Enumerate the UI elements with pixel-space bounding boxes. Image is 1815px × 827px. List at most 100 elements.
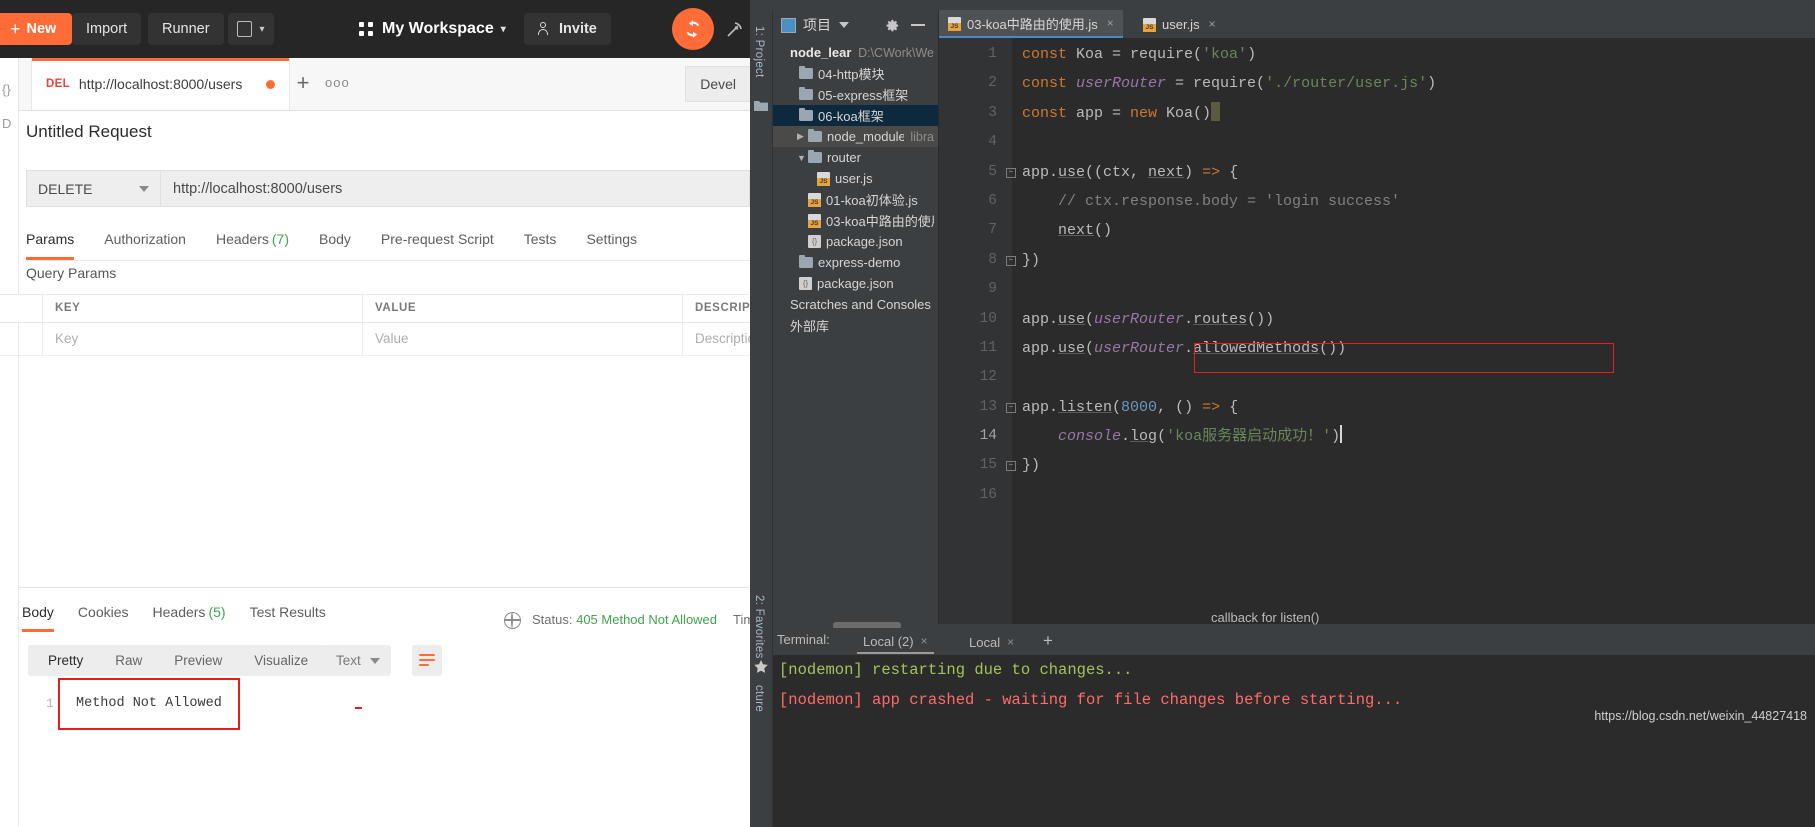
minimize-icon[interactable] [911, 24, 925, 26]
tree-node[interactable]: 外部库 [773, 315, 938, 336]
new-tab-button[interactable]: + [291, 72, 315, 96]
response-format-selector[interactable]: Text [325, 645, 391, 676]
editor-tab[interactable]: user.js × [1134, 10, 1225, 38]
tree-node[interactable]: 05-express框架 [773, 84, 938, 105]
new-document-button[interactable]: ▾ [228, 13, 274, 45]
code-text: const app = new Koa() [1022, 99, 1221, 128]
code-fold-icon[interactable]: − [1006, 402, 1016, 413]
query-params-label: Query Params [26, 265, 117, 281]
view-mode-raw[interactable]: Raw [99, 645, 158, 676]
line-number: 9 [988, 281, 997, 298]
response-body-text: Method Not Allowed [76, 696, 222, 711]
tree-node-label: package.json [817, 276, 894, 291]
tree-node[interactable]: ▼ router [773, 147, 938, 168]
request-tab-body[interactable]: Body [319, 226, 351, 260]
rail-favorites-label[interactable]: 2: Favorites [753, 595, 765, 659]
status-badge: Status: 405 Method Not Allowed [532, 612, 717, 627]
import-button-label: Import [86, 21, 128, 37]
tree-node[interactable]: Scratches and Consoles [773, 294, 938, 315]
tree-node-label: 03-koa中路由的使用. [826, 214, 934, 229]
tab-label: Settings [586, 231, 638, 247]
invite-button[interactable]: Invite [524, 13, 611, 45]
code-text: app.use(userRouter.routes()) [1022, 310, 1275, 328]
tab-count: (7) [271, 231, 289, 247]
close-icon[interactable]: × [1107, 16, 1114, 30]
table-row[interactable]: Key Value Description [0, 323, 750, 356]
close-icon[interactable]: × [921, 634, 928, 648]
terminal-output[interactable]: [nodemon] restarting due to changes... [n… [773, 655, 1815, 827]
request-tab-tests[interactable]: Tests [524, 226, 557, 260]
sync-button[interactable] [672, 8, 714, 50]
new-button[interactable]: + New [0, 13, 73, 45]
import-button[interactable]: Import [72, 13, 142, 45]
description-input[interactable]: Description [682, 323, 750, 355]
chevron-down-icon[interactable] [839, 22, 849, 28]
terminal-tab-local[interactable]: Local × [963, 630, 1020, 654]
tree-node[interactable]: 04-http模块 [773, 63, 938, 84]
code-text: const userRouter = require('./router/use… [1022, 75, 1437, 93]
tree-node[interactable]: 03-koa中路由的使用. [773, 210, 938, 231]
tree-node-label: package.json [826, 234, 903, 249]
tab-label: Headers [152, 604, 206, 620]
close-icon[interactable]: × [1007, 635, 1014, 649]
tab-label: Body [319, 231, 351, 247]
method-selector[interactable]: DELETE [26, 170, 161, 207]
project-tool-title: 项目 [803, 17, 831, 33]
response-tab-cookies[interactable]: Cookies [78, 600, 129, 632]
environment-selector[interactable]: Devel [685, 66, 750, 102]
key-input[interactable]: Key [42, 323, 362, 355]
postman-window: + New Import Runner ▾ My Workspace ▾ Inv… [0, 0, 750, 827]
tree-node[interactable]: package.json [773, 273, 938, 294]
view-mode-pretty[interactable]: Pretty [32, 645, 99, 676]
view-mode-preview[interactable]: Preview [158, 645, 238, 676]
value-input[interactable]: Value [362, 323, 682, 355]
code-fold-icon[interactable]: − [1006, 167, 1016, 178]
rail-structure-label[interactable]: cture [753, 685, 765, 712]
response-divider [19, 587, 750, 588]
chevron-down-icon[interactable]: ▼ [797, 153, 808, 163]
terminal-tab-local-2[interactable]: Local (2) × [857, 630, 934, 654]
code-text: }) [1022, 251, 1041, 269]
request-tab-headers[interactable]: Headers (7) [216, 226, 289, 260]
request-tab-pre-request-script[interactable]: Pre-request Script [381, 226, 494, 260]
tree-node[interactable]: node_learn D:\CWork\We [773, 42, 938, 63]
tree-node[interactable]: 06-koa框架 [773, 105, 938, 126]
editor-tab[interactable]: 03-koa中路由的使用.js × [939, 10, 1123, 38]
code-text: // ctx.response.body = 'login success' [1022, 192, 1401, 210]
wrap-lines-button[interactable] [412, 645, 442, 676]
response-tab-test-results[interactable]: Test Results [250, 600, 326, 632]
code-fold-icon[interactable]: − [1006, 255, 1016, 266]
tree-node-sublabel: libra [910, 129, 934, 144]
line-number: 1 [988, 46, 997, 62]
rail-project-label[interactable]: 1: Project [753, 26, 765, 78]
url-input[interactable]: http://localhost:8000/users [160, 170, 750, 207]
line-number: 14 [979, 428, 997, 445]
request-tab-authorization[interactable]: Authorization [104, 226, 186, 260]
close-icon[interactable]: × [1209, 17, 1216, 31]
tree-node[interactable]: 01-koa初体验.js [773, 189, 938, 210]
tree-node[interactable]: ▶ node_modules libra [773, 126, 938, 147]
request-tab[interactable]: DEL http://localhost:8000/users [31, 58, 291, 110]
line-number: 15 [979, 457, 997, 474]
tab-more-button[interactable]: ooo [325, 75, 350, 90]
runner-button[interactable]: Runner [148, 13, 224, 45]
view-mode-visualize[interactable]: Visualize [238, 645, 324, 676]
code-fold-icon[interactable]: − [1006, 461, 1016, 472]
collection-glyph-icon: {} [2, 82, 11, 97]
chevron-right-icon[interactable]: ▶ [797, 131, 808, 142]
postman-left-rail: {} D [0, 58, 19, 827]
tree-node[interactable]: express-demo [773, 252, 938, 273]
request-tab-params[interactable]: Params [26, 226, 75, 260]
response-tab-headers[interactable]: Headers (5) [153, 600, 226, 632]
grid-icon [359, 22, 373, 36]
add-terminal-button[interactable]: + [1043, 632, 1053, 649]
gear-icon[interactable] [885, 18, 900, 33]
response-tab-body[interactable]: Body [22, 600, 54, 632]
request-tab-settings[interactable]: Settings [586, 226, 637, 260]
workspace-selector[interactable]: My Workspace ▾ [345, 13, 520, 45]
tree-node[interactable]: package.json [773, 231, 938, 252]
format-value: Text [336, 653, 361, 668]
broadcast-button[interactable] [722, 18, 746, 42]
tree-node[interactable]: user.js [773, 168, 938, 189]
folder-icon [799, 86, 813, 100]
